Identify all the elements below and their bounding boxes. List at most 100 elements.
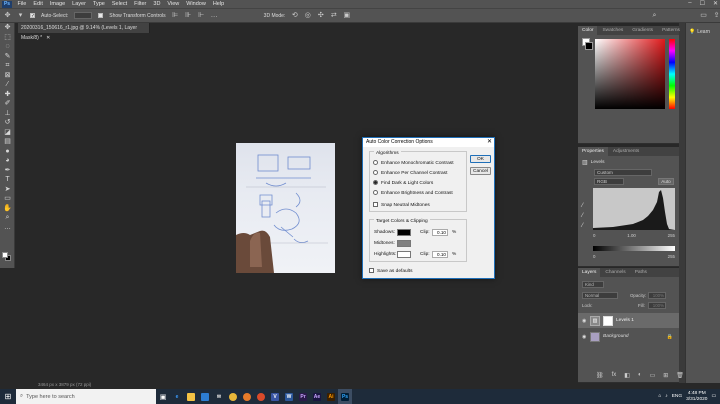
shadows-color-swatch[interactable] <box>397 229 411 236</box>
taskbar-search-box[interactable]: ⌕ Type here to search <box>16 389 156 404</box>
save-as-defaults[interactable]: Save as defaults <box>369 268 412 274</box>
crop-tool-icon[interactable]: ⌗ <box>0 61 15 71</box>
menu-edit[interactable]: Edit <box>30 1 46 7</box>
layer-filter-dropdown[interactable]: Kind <box>582 281 604 288</box>
option-per-channel[interactable]: Enhance Per Channel Contrast <box>373 170 447 176</box>
firefox-icon[interactable] <box>254 389 268 404</box>
hue-slider[interactable] <box>669 39 675 109</box>
layer-row-levels[interactable]: ◉ ▥ Levels 1 <box>578 313 679 328</box>
input-black[interactable]: 0 <box>593 233 595 238</box>
premiere-icon[interactable]: Pr <box>296 389 310 404</box>
chevron-down-icon[interactable]: ▾ <box>17 12 24 19</box>
snap-neutral-midtones[interactable]: Snap Neutral Midtones <box>373 202 430 208</box>
eyedropper-icons[interactable]: ⁄ ⁄ ⁄ <box>582 201 583 231</box>
learn-button[interactable]: 💡 Learn <box>686 23 720 41</box>
layer-row-background[interactable]: ◉ Background 🔒 <box>578 329 679 344</box>
preset-dropdown[interactable]: Custom <box>594 169 652 176</box>
option-monochromatic[interactable]: Enhance Monochromatic Contrast <box>373 160 454 166</box>
align-center-icon[interactable]: ⊪ <box>185 12 192 19</box>
scale-icon[interactable]: ▣ <box>343 12 351 19</box>
pan-icon[interactable]: ✣ <box>317 12 324 19</box>
slide-icon[interactable]: ⇄ <box>330 12 337 19</box>
new-layer-icon[interactable]: ⊞ <box>663 372 668 379</box>
lasso-tool-icon[interactable]: ◌ <box>0 42 15 52</box>
color-panel-background[interactable] <box>585 42 593 50</box>
menu-layer[interactable]: Layer <box>69 1 90 7</box>
opacity-field[interactable]: 100% <box>648 292 666 299</box>
auto-button[interactable]: Auto <box>658 178 674 185</box>
tab-swatches[interactable]: Swatches <box>598 26 627 35</box>
more-options-icon[interactable]: … <box>211 12 218 19</box>
history-brush-icon[interactable]: ↺ <box>0 118 15 128</box>
folder-icon[interactable]: ▭ <box>650 372 656 379</box>
document-tab[interactable]: 20200316_150616_r1.jpg @ 9.14% (Levels 1… <box>18 23 150 41</box>
zoom-tool-icon[interactable]: ⌕ <box>0 213 15 223</box>
mask-icon[interactable]: ◧ <box>624 372 630 379</box>
type-tool-icon[interactable]: T <box>0 175 15 185</box>
channel-dropdown[interactable]: RGB <box>594 178 624 185</box>
foreground-color-swatch[interactable] <box>2 252 8 258</box>
more-tools-icon[interactable]: … <box>0 223 15 233</box>
fg-bg-colors[interactable] <box>2 252 11 261</box>
trash-icon[interactable]: 🗑 <box>676 372 684 379</box>
after-effects-icon[interactable]: Ae <box>310 389 324 404</box>
close-tab-icon[interactable]: ✕ <box>46 35 50 41</box>
visibility-eye-icon[interactable]: ◉ <box>582 334 587 340</box>
mail-icon[interactable]: ✉ <box>212 389 226 404</box>
output-white[interactable]: 255 <box>668 254 675 259</box>
photoshop-taskbar-icon[interactable]: Ps <box>338 389 352 404</box>
visio-icon[interactable]: V <box>268 389 282 404</box>
option-dark-light[interactable]: Find Dark & Light Colors <box>373 180 433 186</box>
align-right-icon[interactable]: ⊩ <box>198 12 205 19</box>
tab-paths[interactable]: Paths <box>631 268 651 277</box>
eyedropper-tool-icon[interactable]: ⁄ <box>0 80 15 90</box>
dodge-tool-icon[interactable]: ◕ <box>0 156 15 166</box>
fx-icon[interactable]: fx <box>612 372 617 379</box>
output-black[interactable]: 0 <box>593 254 595 259</box>
menu-3d[interactable]: 3D <box>150 1 164 7</box>
color-picker-field[interactable] <box>595 39 665 109</box>
roll-icon[interactable]: ◎ <box>304 12 311 19</box>
tab-layers[interactable]: Layers <box>578 268 601 277</box>
menu-help[interactable]: Help <box>209 1 227 7</box>
align-left-icon[interactable]: ⊫ <box>172 12 179 19</box>
menu-view[interactable]: View <box>164 1 183 7</box>
hand-tool-icon[interactable]: ✋ <box>0 204 15 214</box>
tab-channels[interactable]: Channels <box>601 268 629 277</box>
close-icon[interactable]: ✕ <box>713 0 718 7</box>
link-icon[interactable]: ⛓ <box>596 372 604 379</box>
tab-patterns[interactable]: Patterns <box>658 26 684 35</box>
adjustment-icon[interactable]: ◐ <box>638 372 642 379</box>
eraser-tool-icon[interactable]: ◪ <box>0 128 15 138</box>
tab-properties[interactable]: Properties <box>578 147 608 156</box>
option-brightness-contrast[interactable]: Enhance Brightness and Contrast <box>373 190 453 196</box>
orbit-icon[interactable]: ⟲ <box>291 12 298 19</box>
maximize-icon[interactable]: ☐ <box>700 0 705 7</box>
highlights-clip-input[interactable]: 0.10 <box>432 251 448 258</box>
dialog-close-icon[interactable]: ✕ <box>487 138 492 147</box>
store-icon[interactable] <box>198 389 212 404</box>
highlights-color-swatch[interactable] <box>397 251 411 258</box>
stamp-tool-icon[interactable]: ⊥ <box>0 109 15 119</box>
task-view-icon[interactable]: ▣ <box>156 389 170 404</box>
input-gamma[interactable]: 1.00 <box>627 233 636 238</box>
keyboard-language[interactable]: ENG <box>672 394 682 399</box>
edge-icon[interactable]: e <box>170 389 184 404</box>
layer-mask-thumb[interactable] <box>603 315 613 326</box>
volume-icon[interactable]: ♪ <box>665 394 667 399</box>
menu-type[interactable]: Type <box>89 1 108 7</box>
show-transform-checkbox[interactable] <box>98 13 104 18</box>
move-tool-icon[interactable]: ✥ <box>4 12 11 19</box>
minimize-icon[interactable]: – <box>688 0 691 7</box>
gradient-tool-icon[interactable]: ▤ <box>0 137 15 147</box>
menu-image[interactable]: Image <box>46 1 68 7</box>
search-icon[interactable]: ⌕ <box>651 12 658 19</box>
menu-select[interactable]: Select <box>108 1 130 7</box>
healing-tool-icon[interactable]: ✚ <box>0 90 15 100</box>
move-tool-icon[interactable]: ✥ <box>0 23 15 33</box>
tab-gradients[interactable]: Gradients <box>628 26 657 35</box>
midtones-color-swatch[interactable] <box>397 240 411 247</box>
blend-mode-dropdown[interactable]: Normal <box>582 292 618 299</box>
input-white[interactable]: 255 <box>668 233 675 238</box>
illustrator-icon[interactable]: Ai <box>324 389 338 404</box>
